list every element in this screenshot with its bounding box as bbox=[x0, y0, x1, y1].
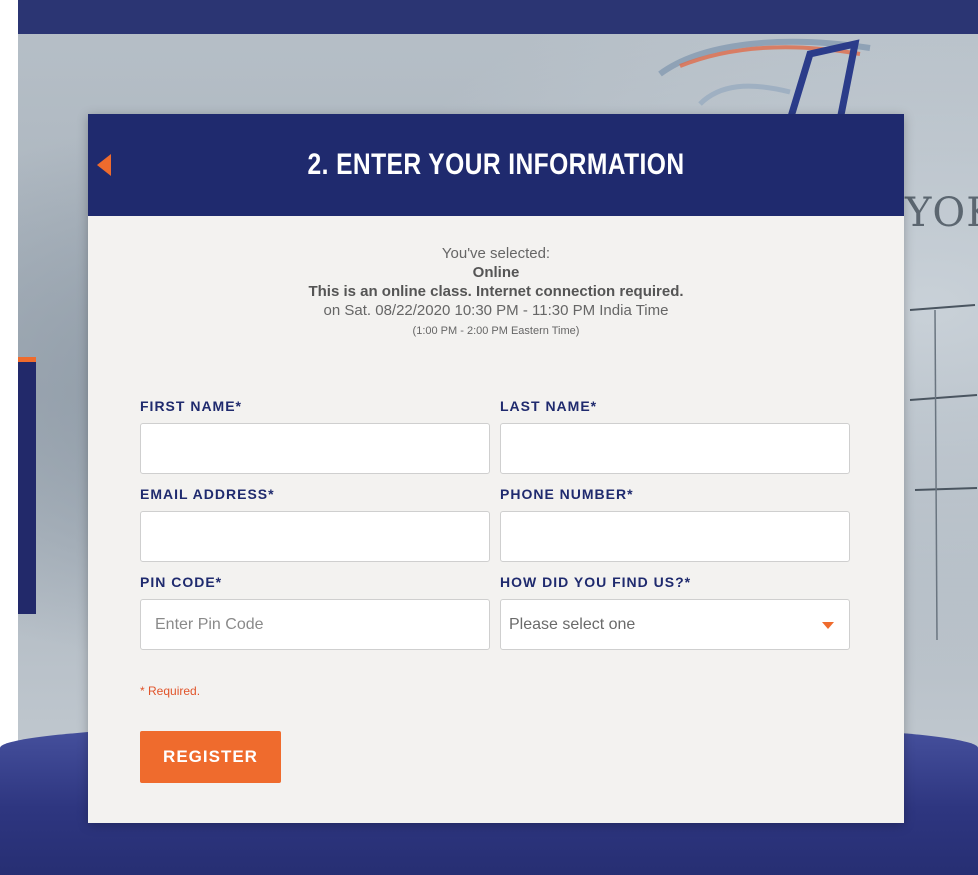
pin-code-group: PIN CODE* bbox=[140, 574, 490, 650]
pin-code-label: PIN CODE* bbox=[140, 574, 223, 590]
first-name-group: FIRST NAME* bbox=[140, 398, 490, 474]
handwriting-text: YOK bbox=[905, 190, 978, 236]
registration-form: FIRST NAME* LAST NAME* EMAIL ADDRESS* PH… bbox=[140, 398, 850, 662]
find-us-label: HOW DID YOU FIND US?* bbox=[500, 574, 692, 590]
email-group: EMAIL ADDRESS* bbox=[140, 486, 490, 562]
left-panel bbox=[18, 362, 36, 614]
selected-class-datetime: on Sat. 08/22/2020 10:30 PM - 11:30 PM I… bbox=[323, 302, 669, 319]
selected-class-description: This is an online class. Internet connec… bbox=[308, 283, 684, 300]
phone-label: PHONE NUMBER* bbox=[500, 486, 634, 502]
form-row-extra: PIN CODE* HOW DID YOU FIND US?* Please s… bbox=[140, 574, 850, 650]
selected-class-eastern-time: (1:00 PM - 2:00 PM Eastern Time) bbox=[412, 325, 580, 337]
last-name-label: LAST NAME* bbox=[500, 398, 598, 414]
find-us-selected-value: Please select one bbox=[509, 615, 636, 633]
logo-graphic bbox=[658, 38, 871, 120]
form-row-name: FIRST NAME* LAST NAME* bbox=[140, 398, 850, 474]
required-note: * Required. bbox=[140, 684, 201, 698]
selected-label: You've selected: bbox=[441, 245, 551, 262]
page-title: 2. ENTER YOUR INFORMATION bbox=[307, 148, 685, 181]
card-header: 2. ENTER YOUR INFORMATION bbox=[88, 114, 904, 216]
back-arrow-icon[interactable] bbox=[97, 154, 111, 176]
last-name-input[interactable] bbox=[500, 423, 850, 474]
top-bar bbox=[0, 0, 978, 34]
email-input[interactable] bbox=[140, 511, 490, 562]
find-us-group: HOW DID YOU FIND US?* Please select one bbox=[500, 574, 850, 650]
pin-code-input[interactable] bbox=[140, 599, 490, 650]
caret-down-icon bbox=[822, 622, 834, 629]
selected-class-summary: You've selected: Online This is an onlin… bbox=[88, 244, 904, 341]
find-us-select[interactable]: Please select one bbox=[500, 599, 850, 650]
phone-input[interactable] bbox=[500, 511, 850, 562]
phone-group: PHONE NUMBER* bbox=[500, 486, 850, 562]
email-label: EMAIL ADDRESS* bbox=[140, 486, 275, 502]
last-name-group: LAST NAME* bbox=[500, 398, 850, 474]
registration-card: 2. ENTER YOUR INFORMATION You've selecte… bbox=[88, 114, 904, 823]
whiteboard-sketch bbox=[909, 304, 978, 641]
first-name-input[interactable] bbox=[140, 423, 490, 474]
form-row-contact: EMAIL ADDRESS* PHONE NUMBER* bbox=[140, 486, 850, 562]
first-name-label: FIRST NAME* bbox=[140, 398, 242, 414]
selected-class-name: Online bbox=[472, 264, 520, 281]
register-button[interactable]: REGISTER bbox=[140, 731, 281, 783]
